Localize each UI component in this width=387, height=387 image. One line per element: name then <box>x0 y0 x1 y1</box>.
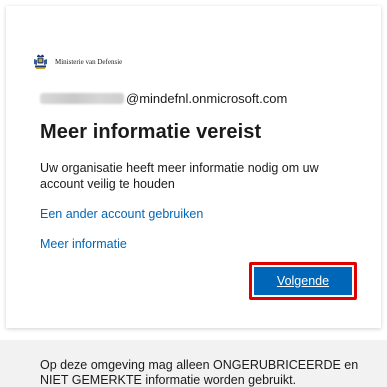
organization-branding: Ministerie van Defensie <box>32 53 122 70</box>
sign-in-page: Ministerie van Defensie @mindefnl.onmicr… <box>0 0 387 387</box>
account-email-domain: @mindefnl.onmicrosoft.com <box>126 91 288 106</box>
use-other-account-link[interactable]: Een ander account gebruiken <box>40 207 203 221</box>
footer: Op deze omgeving mag alleen ONGERUBRICEE… <box>0 340 387 387</box>
more-info-link[interactable]: Meer informatie <box>40 237 127 251</box>
page-description: Uw organisatie heeft meer informatie nod… <box>40 161 319 191</box>
classification-notice: Op deze omgeving mag alleen ONGERUBRICEE… <box>40 358 359 387</box>
page-title: Meer informatie vereist <box>40 121 262 143</box>
next-button[interactable]: Volgende <box>254 267 352 295</box>
account-identity: @mindefnl.onmicrosoft.com <box>40 91 287 106</box>
organization-name: Ministerie van Defensie <box>55 57 123 66</box>
redacted-username <box>40 93 124 104</box>
royal-crest-icon <box>32 53 49 70</box>
